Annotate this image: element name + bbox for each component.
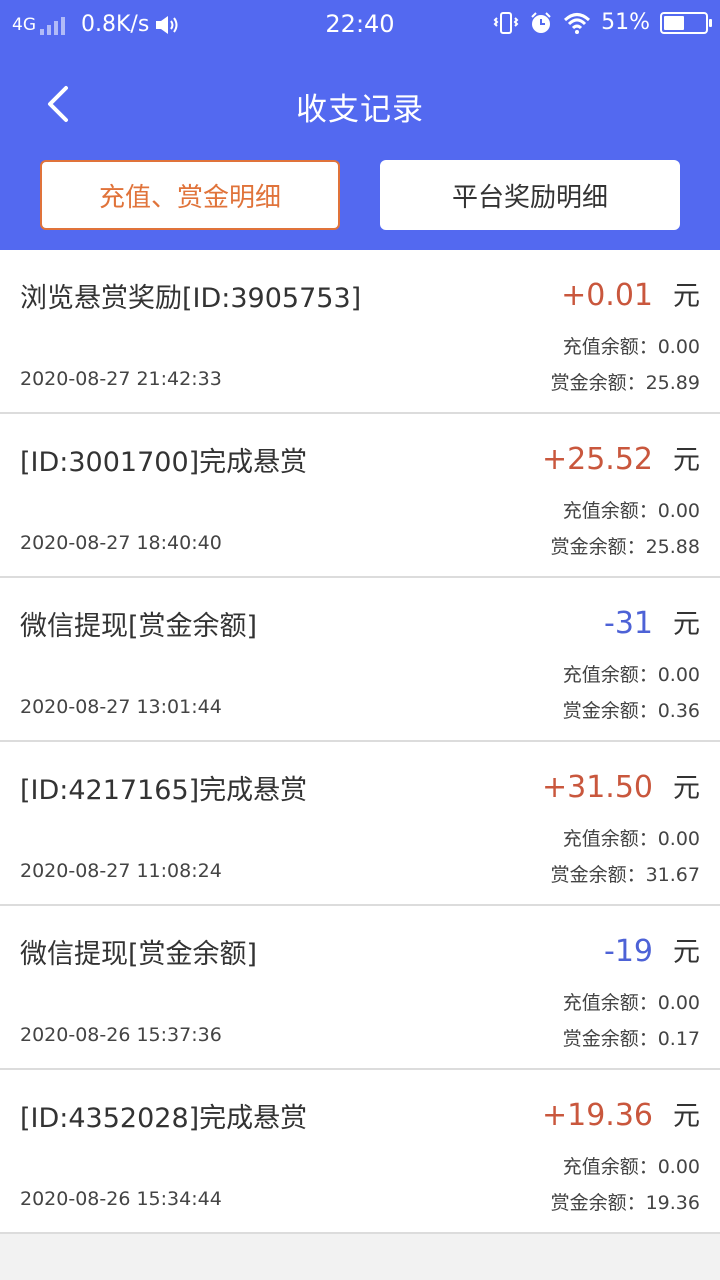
- record-amount: -31: [604, 606, 653, 641]
- list-item[interactable]: [ID:3001700]完成悬赏 +25.52 元充值余额：0.00 2020-08-…: [0, 414, 720, 578]
- record-date: 2020-08-27 21:42:33: [20, 368, 222, 390]
- list-item[interactable]: 微信提现[赏金余额] -19 元充值余额：0.00 2020-08-26 15:37:…: [0, 906, 720, 1070]
- record-amount-group: -31 元: [604, 602, 700, 641]
- tab-recharge-bounty-detail[interactable]: 充值、赏金明细: [40, 160, 340, 230]
- record-date: 2020-08-26 15:37:36: [20, 1024, 222, 1046]
- bounty-balance: 赏金余额：19.36: [550, 1192, 700, 1214]
- list-item[interactable]: 微信提现[赏金余额] -31 元充值余额：0.00 2020-08-27 13:01:…: [0, 578, 720, 742]
- header: 4G 0.8K/s 22:40 51% 收支记录 充值、赏金明细 平台奖励明细: [0, 0, 720, 250]
- battery-percent: 51%: [601, 10, 650, 35]
- record-amount-group: -19 元: [604, 930, 700, 969]
- bounty-balance: 赏金余额：0.36: [562, 700, 700, 722]
- currency-unit: 元: [673, 1101, 700, 1132]
- alarm-icon: [531, 11, 551, 33]
- recharge-balance: 充值余额：0.00: [562, 828, 700, 850]
- record-title: [ID:3001700]完成悬赏: [20, 447, 308, 478]
- record-amount: +19.36: [541, 1098, 653, 1133]
- record-amount-group: +0.01 元: [561, 274, 700, 313]
- record-date: 2020-08-27 11:08:24: [20, 860, 222, 882]
- record-title: [ID:4217165]完成悬赏: [20, 775, 308, 806]
- currency-unit: 元: [673, 445, 700, 476]
- vibrate-icon: [493, 11, 519, 34]
- battery-icon: [660, 11, 712, 34]
- list-item[interactable]: [ID:4352028]完成悬赏 +19.36 元充值余额：0.00 2020-08-…: [0, 1070, 720, 1234]
- record-amount: +31.50: [541, 770, 653, 805]
- currency-unit: 元: [673, 281, 700, 312]
- record-date: 2020-08-27 18:40:40: [20, 532, 222, 554]
- bounty-balance: 赏金余额：0.17: [562, 1028, 700, 1050]
- currency-unit: 元: [673, 609, 700, 640]
- bounty-balance: 赏金余额：25.88: [550, 536, 700, 558]
- currency-unit: 元: [673, 937, 700, 968]
- record-amount-group: +31.50 元: [542, 766, 700, 805]
- record-amount: -19: [604, 934, 653, 969]
- record-amount: +25.52: [541, 442, 653, 477]
- list-item[interactable]: 浏览悬赏奖励[ID:3905753] +0.01 元充值余额：0.00 2020-08…: [0, 250, 720, 414]
- wifi-icon: [564, 12, 591, 34]
- status-bar: 4G 0.8K/s 22:40 51%: [0, 0, 720, 50]
- transaction-list: 浏览悬赏奖励[ID:3905753] +0.01 元充值余额：0.00 2020-08…: [0, 250, 720, 1234]
- tab-platform-reward-detail[interactable]: 平台奖励明细: [380, 160, 680, 230]
- record-date: 2020-08-26 15:34:44: [20, 1188, 222, 1210]
- recharge-balance: 充值余额：0.00: [562, 664, 700, 686]
- page-title: 收支记录: [296, 92, 424, 128]
- list-item[interactable]: [ID:4217165]完成悬赏 +31.50 元充值余额：0.00 2020-08-…: [0, 742, 720, 906]
- recharge-balance: 充值余额：0.00: [562, 336, 700, 358]
- record-title: [ID:4352028]完成悬赏: [20, 1103, 308, 1134]
- recharge-balance: 充值余额：0.00: [562, 500, 700, 522]
- currency-unit: 元: [673, 773, 700, 804]
- record-title: 浏览悬赏奖励[ID:3905753]: [20, 283, 362, 314]
- record-title: 微信提现[赏金余额]: [20, 939, 258, 970]
- bounty-balance: 赏金余额：25.89: [550, 372, 700, 394]
- bounty-balance: 赏金余额：31.67: [550, 864, 700, 886]
- record-amount: +0.01: [561, 278, 653, 313]
- record-title: 微信提现[赏金余额]: [20, 611, 258, 642]
- record-amount-group: +25.52 元: [542, 438, 700, 477]
- recharge-balance: 充值余额：0.00: [562, 992, 700, 1014]
- record-amount-group: +19.36 元: [542, 1094, 700, 1133]
- recharge-balance: 充值余额：0.00: [562, 1156, 700, 1178]
- record-date: 2020-08-27 13:01:44: [20, 696, 222, 718]
